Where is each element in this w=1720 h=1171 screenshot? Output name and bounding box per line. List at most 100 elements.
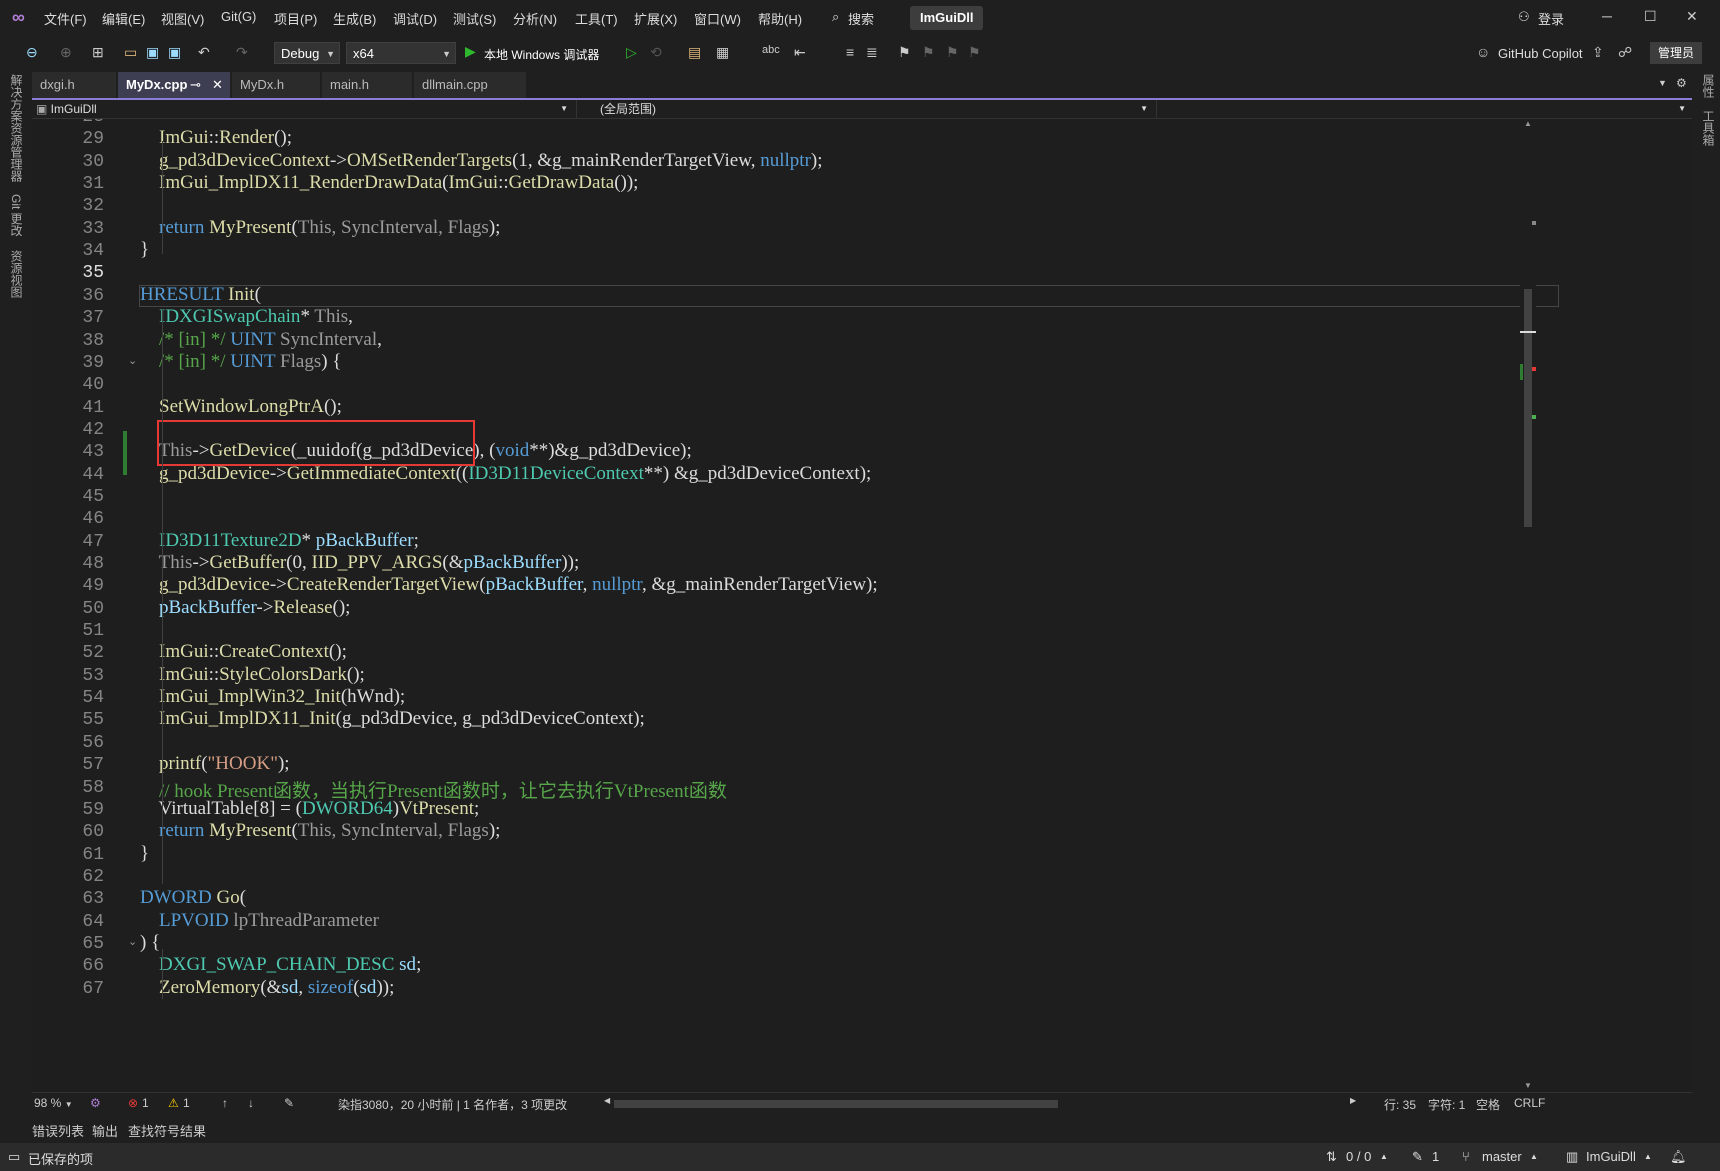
- search-icon[interactable]: ⌕: [832, 9, 839, 25]
- spellcheck-icon[interactable]: abc: [762, 44, 780, 56]
- scroll-down-icon[interactable]: ▼: [1524, 1081, 1532, 1090]
- code-line[interactable]: g_pd3dDevice->CreateRenderTargetView(pBa…: [140, 574, 878, 596]
- tab-output[interactable]: 输出: [92, 1121, 118, 1140]
- github-copilot-button[interactable]: GitHub Copilot: [1498, 46, 1583, 61]
- tab-error-list[interactable]: 错误列表: [32, 1121, 84, 1140]
- branch-icon[interactable]: ⑂: [1462, 1149, 1470, 1164]
- menu-view[interactable]: 视图(V): [161, 9, 204, 28]
- close-icon[interactable]: ✕: [1686, 8, 1698, 25]
- maximize-icon[interactable]: ☐: [1644, 8, 1657, 25]
- save-icon[interactable]: ▣: [146, 44, 159, 61]
- start-without-debug-icon[interactable]: ▷: [626, 44, 637, 61]
- comment-icon[interactable]: ≣: [866, 44, 878, 61]
- minimize-icon[interactable]: ─: [1602, 8, 1612, 24]
- code-line[interactable]: pBackBuffer->Release();: [140, 597, 350, 619]
- tab-dllmain-cpp[interactable]: dllmain.cpp: [414, 72, 526, 98]
- code-line[interactable]: SetWindowLongPtrA();: [140, 396, 342, 418]
- redo-icon[interactable]: ↷: [236, 44, 248, 61]
- error-icon[interactable]: ⊗: [128, 1096, 138, 1110]
- bookmark-clear-icon[interactable]: ⚑: [968, 44, 981, 61]
- menu-window[interactable]: 窗口(W): [694, 9, 741, 28]
- menu-extensions[interactable]: 扩展(X): [634, 9, 677, 28]
- properties-tab[interactable]: 属性: [1700, 74, 1717, 98]
- repo-name[interactable]: ImGuiDll: [1586, 1149, 1636, 1164]
- code-line[interactable]: VirtualTable[8] = (DWORD64)VtPresent;: [140, 798, 480, 820]
- resource-view-tab[interactable]: 资源视图: [8, 250, 25, 298]
- tab-mydx-cpp[interactable]: MyDx.cpp ⊸ ✕: [118, 72, 230, 98]
- run-debugger-button[interactable]: 本地 Windows 调试器: [484, 46, 599, 63]
- play-icon[interactable]: ▶: [465, 43, 476, 60]
- format-icon[interactable]: ≡: [846, 44, 854, 60]
- code-editor[interactable]: 28 29303132333435363738394041424344454647…: [32, 119, 1692, 1092]
- code-line[interactable]: }: [140, 843, 149, 865]
- cleanup-icon[interactable]: ✎: [284, 1096, 294, 1110]
- code-line[interactable]: This->GetBuffer(0, IID_PPV_ARGS(&pBackBu…: [140, 552, 580, 574]
- project-dropdown[interactable]: ▣ ImGuiDll ▼: [36, 100, 577, 118]
- forward-icon[interactable]: ⊕: [60, 44, 72, 61]
- code-line[interactable]: ImGui_ImplWin32_Init(hWnd);: [140, 686, 405, 708]
- save-all-icon[interactable]: ▣: [168, 44, 181, 61]
- code-line[interactable]: g_pd3dDeviceContext->OMSetRenderTargets(…: [140, 150, 823, 172]
- tab-overflow-icon[interactable]: ▼: [1658, 78, 1667, 88]
- notification-icon[interactable]: 🔔︎: [1670, 1149, 1687, 1165]
- menu-tools[interactable]: 工具(T): [575, 9, 618, 28]
- toolbox-tab[interactable]: 工具箱: [1700, 110, 1717, 146]
- back-icon[interactable]: ⊖: [26, 44, 38, 61]
- repo-icon[interactable]: ▥: [1566, 1149, 1578, 1165]
- scrollbar-thumb[interactable]: [1524, 289, 1532, 527]
- code-line[interactable]: DWORD Go(: [140, 887, 246, 909]
- arrow-up-icon[interactable]: ↑: [222, 1096, 228, 1110]
- member-dropdown[interactable]: ▼: [1158, 100, 1694, 118]
- line-ending-indicator[interactable]: CRLF: [1514, 1096, 1545, 1110]
- pin-icon[interactable]: ⊸: [190, 72, 201, 98]
- warning-icon[interactable]: ⚠: [168, 1096, 179, 1110]
- blame-info[interactable]: 染指3080，20 小时前 | 1 名作者，3 项更改: [338, 1096, 567, 1113]
- open-icon[interactable]: ▭: [124, 44, 137, 61]
- code-line[interactable]: HRESULT Init(: [140, 284, 261, 306]
- menu-project[interactable]: 项目(P): [274, 9, 317, 28]
- menu-test[interactable]: 测试(S): [453, 9, 496, 28]
- menu-file[interactable]: 文件(F): [44, 9, 87, 28]
- tab-dxgi-h[interactable]: dxgi.h: [32, 72, 116, 98]
- bookmark-icon[interactable]: ⚑: [898, 44, 911, 61]
- scroll-up-icon[interactable]: ▲: [1524, 119, 1532, 128]
- scroll-right-icon[interactable]: ▶: [1350, 1096, 1356, 1105]
- sync-count[interactable]: 0 / 0: [1346, 1149, 1371, 1164]
- code-line[interactable]: return MyPresent(This, SyncInterval, Fla…: [140, 217, 500, 239]
- whitespace-indicator[interactable]: 空格: [1476, 1096, 1500, 1113]
- code-line[interactable]: }: [140, 239, 149, 261]
- code-line[interactable]: LPVOID lpThreadParameter: [140, 910, 379, 932]
- code-line[interactable]: ) {: [140, 932, 160, 954]
- warning-count[interactable]: 1: [183, 1096, 190, 1110]
- code-line[interactable]: /* [in] */ UINT SyncInterval,: [140, 329, 382, 351]
- solution-explorer-tab[interactable]: 解决方案资源管理器: [8, 74, 25, 182]
- code-text[interactable]: ImGui::Render(); g_pd3dDeviceContext->OM…: [140, 119, 1560, 1092]
- bookmark-next-icon[interactable]: ⚑: [946, 44, 959, 61]
- sync-icon[interactable]: ⇅: [1326, 1149, 1337, 1165]
- pending-changes-count[interactable]: 1: [1432, 1149, 1439, 1164]
- code-line[interactable]: ImGui_ImplDX11_Init(g_pd3dDevice, g_pd3d…: [140, 708, 645, 730]
- tab-find-symbol-results[interactable]: 查找符号结果: [128, 1121, 206, 1140]
- share-icon[interactable]: ⇪: [1592, 44, 1604, 61]
- close-tab-icon[interactable]: ✕: [212, 72, 223, 98]
- code-line[interactable]: ImGui::CreateContext();: [140, 641, 347, 663]
- menu-git[interactable]: Git(G): [221, 9, 256, 24]
- scroll-left-icon[interactable]: ◀: [604, 1096, 610, 1105]
- code-line[interactable]: DXGI_SWAP_CHAIN_DESC sd;: [140, 954, 421, 976]
- configuration-select[interactable]: Debug ▼: [274, 42, 340, 64]
- menu-help[interactable]: 帮助(H): [758, 9, 802, 28]
- error-count[interactable]: 1: [142, 1096, 149, 1110]
- menu-edit[interactable]: 编辑(E): [102, 9, 145, 28]
- folder-icon[interactable]: ▤: [688, 44, 701, 61]
- login-button[interactable]: 登录: [1538, 9, 1564, 28]
- code-line[interactable]: IDXGISwapChain* This,: [140, 306, 353, 328]
- horizontal-scrollbar-thumb[interactable]: [614, 1100, 1058, 1108]
- column-indicator[interactable]: 字符: 1: [1428, 1096, 1465, 1113]
- hot-reload-icon[interactable]: ⟲: [650, 44, 662, 61]
- menu-analyze[interactable]: 分析(N): [513, 9, 557, 28]
- tab-mydx-h[interactable]: MyDx.h: [232, 72, 320, 98]
- scope-dropdown[interactable]: (全局范围) ▼: [600, 100, 1157, 118]
- settings-gear-icon[interactable]: ⚙: [1676, 76, 1687, 90]
- layout-icon[interactable]: ▦: [716, 44, 729, 61]
- git-changes-tab[interactable]: Git 更改: [8, 194, 25, 237]
